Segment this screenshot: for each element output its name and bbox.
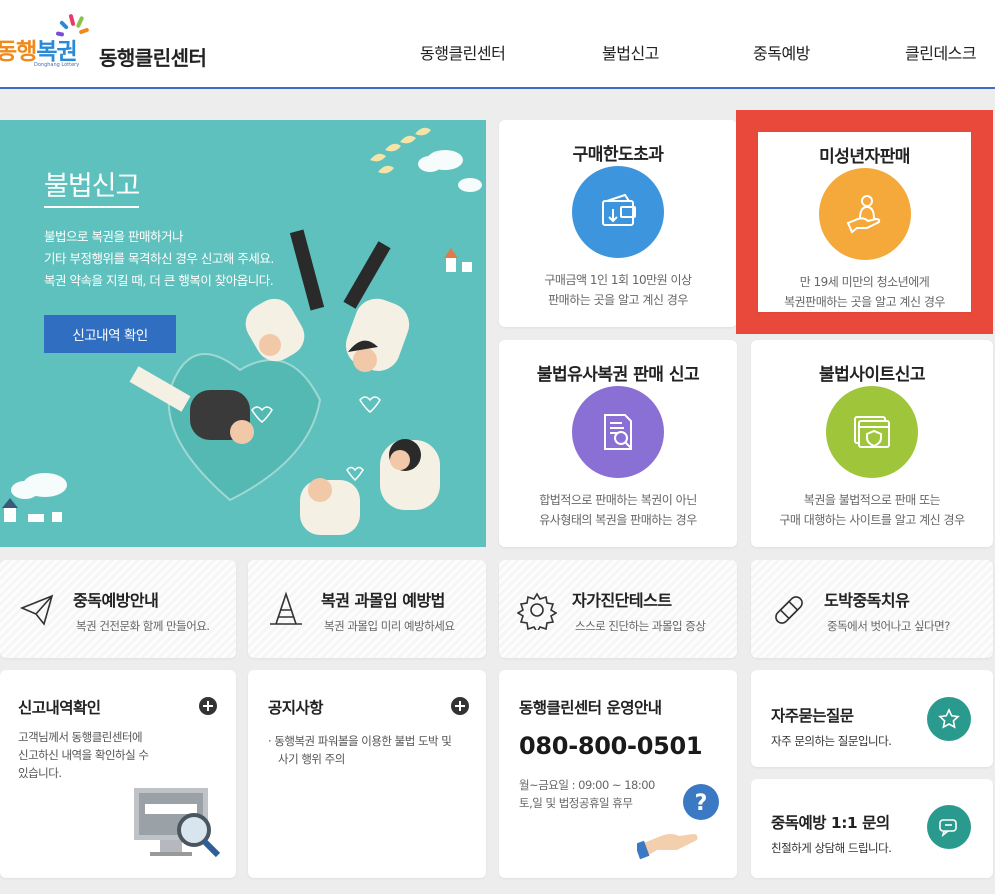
- section-title: 중독예방 1:1 문의: [771, 814, 890, 832]
- card-desc-line: 합법적으로 판매하는 복권이 아닌: [539, 493, 697, 507]
- hero-desc-line: 기타 부정행위를 목격하신 경우 신고해 주세요.: [44, 251, 274, 266]
- logo-text: 동행복권: [0, 32, 78, 66]
- notice-item-line: 사기 행위 주의: [278, 752, 345, 766]
- card-illegal-lottery[interactable]: 불법유사복권 판매 신고 합법적으로 판매하는 복권이 아닌 유사형태의 복권을…: [499, 340, 737, 547]
- quick-title: 복권 과몰입 예방법: [321, 591, 445, 610]
- chat-bubble-icon[interactable]: [927, 805, 971, 849]
- logo-subtitle: Donghang Lottery: [34, 62, 80, 68]
- hero-desc-line: 불법으로 복권을 판매하거나: [44, 229, 183, 244]
- hero-desc-line: 복권 약속을 지킬 때, 더 큰 행복이 찾아옵니다.: [44, 273, 274, 288]
- nav-clean-center[interactable]: 동행클린센터: [420, 40, 506, 64]
- report-history-box: 신고내역확인 고객님께서 동행클린센터에 신고하신 내역을 확인하실 수 있습니…: [0, 670, 236, 878]
- hero-title: 불법신고: [44, 164, 140, 208]
- star-icon[interactable]: [927, 697, 971, 741]
- wallet-icon: [572, 166, 664, 258]
- card-illegal-site[interactable]: 불법사이트신고 복권을 불법적으로 판매 또는 구매 대행하는 사이트를 알고 …: [751, 340, 993, 547]
- traffic-cone-icon: [270, 591, 302, 625]
- logo[interactable]: 동행복권 Donghang Lottery: [0, 10, 96, 72]
- desc-line: 있습니다.: [18, 766, 62, 780]
- nav-addiction-prevention[interactable]: 중독예방: [753, 40, 810, 64]
- document-search-icon: [572, 386, 664, 478]
- card-desc-line: 복권을 불법적으로 판매 또는: [803, 493, 941, 507]
- quick-title: 중독예방안내: [73, 591, 159, 610]
- section-title: 자주묻는질문: [771, 707, 854, 725]
- svg-text:?: ?: [695, 791, 708, 816]
- quick-subtitle: 복권 과몰입 미리 예방하세요: [324, 619, 455, 633]
- report-history-desc: 고객님께서 동행클린센터에 신고하신 내역을 확인하실 수 있습니다.: [18, 728, 149, 782]
- gear-icon: [517, 592, 557, 630]
- card-desc-line: 만 19세 미만의 청소년에게: [799, 275, 930, 289]
- card-description: 구매금액 1인 1회 10만원 이상 판매하는 곳을 알고 계신 경우: [499, 270, 737, 310]
- hours-line: 월~금요일 : 09:00 ~ 18:00: [519, 778, 655, 792]
- quick-title: 도박중독치유: [824, 591, 910, 610]
- operation-hours: 월~금요일 : 09:00 ~ 18:00 토,일 및 법정공휴일 휴무: [519, 776, 655, 812]
- card-desc-line: 구매금액 1인 1회 10만원 이상: [544, 273, 692, 287]
- more-plus-icon[interactable]: [199, 697, 217, 715]
- nav-illegal-report[interactable]: 불법신고: [602, 40, 659, 64]
- card-desc-line: 복권판매하는 곳을 알고 계신 경우: [784, 295, 945, 309]
- notice-item-line: 동행복권 파워볼을 이용한 불법 도박 및: [274, 734, 452, 748]
- card-description: 만 19세 미만의 청소년에게 복권판매하는 곳을 알고 계신 경우: [758, 272, 971, 312]
- faq-desc: 자주 문의하는 질문입니다.: [771, 734, 892, 748]
- website-shield-icon: [826, 386, 918, 478]
- card-desc-line: 판매하는 곳을 알고 계신 경우: [548, 293, 688, 307]
- child-hand-icon: [818, 168, 911, 260]
- logo-part1: 동행: [0, 39, 37, 65]
- faq-box[interactable]: 자주묻는질문 자주 문의하는 질문입니다.: [751, 670, 993, 767]
- quick-subtitle: 스스로 진단하는 과몰입 증상: [575, 619, 706, 633]
- paper-plane-icon: [19, 594, 54, 626]
- hero-description: 불법으로 복권을 판매하거나 기타 부정행위를 목격하신 경우 신고해 주세요.…: [44, 226, 274, 292]
- card-desc-line: 유사형태의 복권을 판매하는 경우: [539, 513, 697, 527]
- card-desc-line: 구매 대행하는 사이트를 알고 계신 경우: [779, 513, 965, 527]
- section-title: 동행클린센터 운영안내: [519, 699, 662, 717]
- desc-line: 신고하신 내역을 확인하실 수: [18, 748, 149, 762]
- nav-clean-desk[interactable]: 클린데스크: [905, 40, 977, 64]
- section-title: 신고내역확인: [18, 699, 101, 717]
- section-title: 공지사항: [268, 699, 324, 717]
- site-header: 동행복권 Donghang Lottery 동행클린센터 동행클린센터 불법신고…: [0, 0, 995, 89]
- notice-box: 공지사항 · 동행복권 파워볼을 이용한 불법 도박 및 사기 행위 주의: [248, 670, 486, 878]
- inquiry-desc: 친절하게 상담해 드립니다.: [771, 841, 892, 855]
- more-plus-icon[interactable]: [451, 697, 469, 715]
- card-description: 합법적으로 판매하는 복권이 아닌 유사형태의 복권을 판매하는 경우: [499, 490, 737, 530]
- quick-subtitle: 복권 건전문화 함께 만들어요.: [76, 619, 210, 633]
- notice-item[interactable]: · 동행복권 파워볼을 이용한 불법 도박 및 사기 행위 주의: [268, 732, 452, 768]
- phone-number[interactable]: 080-800-0501: [519, 732, 703, 760]
- hand-question-icon: ?: [637, 784, 719, 860]
- quick-subtitle: 중독에서 벗어나고 싶다면?: [827, 619, 950, 633]
- card-minor-sales[interactable]: 미성년자판매 만 19세 미만의 청소년에게 복권판매하는 곳을 알고 계신 경…: [758, 132, 971, 312]
- quick-addiction-treatment[interactable]: 도박중독치유 중독에서 벗어나고 싶다면?: [751, 560, 993, 658]
- brand-name[interactable]: 동행클린센터: [99, 42, 207, 71]
- quick-addiction-guide[interactable]: 중독예방안내 복권 건전문화 함께 만들어요.: [0, 560, 236, 658]
- bandage-icon: [775, 596, 803, 624]
- hero-banner: 불법신고 불법으로 복권을 판매하거나 기타 부정행위를 목격하신 경우 신고해…: [0, 120, 486, 547]
- quick-immersion-prevention[interactable]: 복권 과몰입 예방법 복권 과몰입 미리 예방하세요: [248, 560, 486, 658]
- card-description: 복권을 불법적으로 판매 또는 구매 대행하는 사이트를 알고 계신 경우: [751, 490, 993, 530]
- card-title: 불법유사복권 판매 신고: [536, 365, 700, 385]
- report-history-button[interactable]: 신고내역 확인: [44, 315, 176, 353]
- quick-title: 자가진단테스트: [572, 591, 672, 610]
- hours-line: 토,일 및 법정공휴일 휴무: [519, 796, 633, 810]
- monitor-search-icon: [134, 788, 221, 858]
- desc-line: 고객님께서 동행클린센터에: [18, 730, 143, 744]
- quick-self-test[interactable]: 자가진단테스트 스스로 진단하는 과몰입 증상: [499, 560, 737, 658]
- card-title: 미성년자판매: [819, 147, 910, 167]
- card-title: 불법사이트신고: [819, 365, 925, 385]
- card-title: 구매한도초과: [572, 145, 664, 165]
- card-purchase-limit[interactable]: 구매한도초과 구매금액 1인 1회 10만원 이상 판매하는 곳을 알고 계신 …: [499, 120, 737, 327]
- operation-info-box: 동행클린센터 운영안내 080-800-0501 월~금요일 : 09:00 ~…: [499, 670, 737, 878]
- inquiry-box[interactable]: 중독예방 1:1 문의 친절하게 상담해 드립니다.: [751, 779, 993, 878]
